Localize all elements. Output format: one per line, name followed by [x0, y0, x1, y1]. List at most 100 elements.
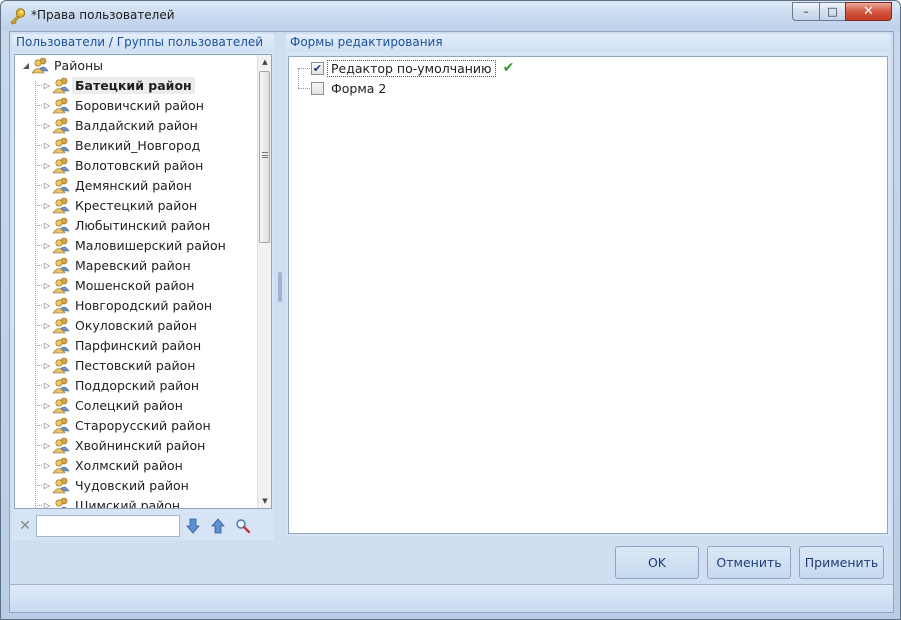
expand-arrow-icon[interactable]: ▷ [42, 421, 52, 430]
tree-node-label: Валдайский район [75, 117, 198, 133]
tree-node[interactable]: ▷ Холмский район [15, 455, 257, 475]
close-button[interactable]: ✕ [845, 2, 892, 21]
tree-node-label: Чудовский район [75, 477, 189, 493]
expand-arrow-icon[interactable]: ▷ [42, 361, 52, 370]
tree-node[interactable]: ▷ Маревский район [15, 255, 257, 275]
maximize-button[interactable]: □ [819, 2, 845, 21]
user-group-icon [52, 417, 70, 434]
tree-node[interactable]: ▷ Шимский район [15, 495, 257, 508]
tree-node[interactable]: ▷ Поддорский район [15, 375, 257, 395]
expand-arrow-icon[interactable]: ▷ [42, 321, 52, 330]
tree-node[interactable]: ▷ Волотовский район [15, 155, 257, 175]
users-tree[interactable]: ◢ Районы ▷ Батецкий район ▷ Боровичский рай… [14, 54, 272, 509]
expand-arrow-icon[interactable]: ▷ [42, 341, 52, 350]
apply-button[interactable]: Применить [799, 546, 884, 579]
expand-arrow-icon[interactable]: ▷ [42, 161, 52, 170]
dialog-client-area: Пользователи / Группы пользователей ◢ Ра… [9, 31, 894, 613]
expand-arrow-icon[interactable]: ▷ [42, 181, 52, 190]
users-panel-header: Пользователи / Группы пользователей [12, 34, 274, 52]
tree-node-label: Парфинский район [75, 337, 202, 353]
splitter-grip-icon[interactable] [278, 272, 282, 302]
tree-root-node[interactable]: ◢ Районы [15, 55, 257, 75]
tree-node[interactable]: ▷ Боровичский район [15, 95, 257, 115]
form-item[interactable]: Форма 2 [297, 79, 389, 97]
expand-arrow-icon[interactable]: ▷ [42, 221, 52, 230]
tree-node[interactable]: ▷ Батецкий район [15, 75, 257, 95]
arrow-down-icon [186, 518, 200, 534]
tree-node-label: Поддорский район [75, 377, 200, 393]
tree-node-label: Шимский район [75, 497, 181, 509]
forms-panel-header: Формы редактирования [286, 34, 890, 52]
tree-node-label: Великий_Новгород [75, 137, 201, 153]
find-previous-button[interactable] [206, 515, 230, 537]
minimize-button[interactable]: – [792, 2, 819, 21]
tree-search-bar: ✕ [14, 512, 272, 540]
expand-arrow-icon[interactable]: ▷ [42, 441, 52, 450]
tree-node[interactable]: ▷ Солецкий район [15, 395, 257, 415]
expand-arrow-icon[interactable]: ▷ [42, 281, 52, 290]
form-checkbox[interactable] [311, 81, 324, 95]
user-group-icon [52, 197, 70, 214]
close-icon: ✕ [863, 4, 874, 19]
expand-arrow-icon[interactable]: ▷ [42, 461, 52, 470]
tree-node[interactable]: ▷ Крестецкий район [15, 195, 257, 215]
tree-node[interactable]: ▷ Мошенской район [15, 275, 257, 295]
scroll-thumb[interactable] [259, 71, 270, 243]
expand-arrow-icon[interactable]: ▷ [42, 481, 52, 490]
expand-arrow-icon[interactable]: ▷ [42, 261, 52, 270]
forms-list[interactable]: ✔ Редактор по-умолчанию ✔ Форма 2 [288, 56, 888, 534]
expand-arrow-icon[interactable]: ▷ [42, 241, 52, 250]
user-group-icon [52, 357, 70, 374]
expand-arrow-icon[interactable]: ▷ [42, 121, 52, 130]
tree-node[interactable]: ▷ Демянский район [15, 175, 257, 195]
expand-arrow-icon[interactable]: ▷ [42, 301, 52, 310]
tree-node-label: Маревский район [75, 257, 191, 273]
form-checkbox[interactable]: ✔ [311, 61, 324, 75]
checkmark-icon: ✔ [312, 61, 323, 75]
expand-arrow-icon[interactable]: ▷ [42, 201, 52, 210]
clear-search-icon[interactable]: ✕ [14, 518, 36, 534]
expand-arrow-icon[interactable]: ▷ [42, 81, 52, 90]
panel-splitter[interactable] [276, 34, 284, 540]
tree-node-label: Холмский район [75, 457, 183, 473]
form-label: Форма 2 [331, 80, 387, 96]
form-item[interactable]: ✔ Редактор по-умолчанию ✔ [297, 59, 514, 77]
tree-node-label: Любытинский район [75, 217, 211, 233]
expand-arrow-icon[interactable]: ▷ [42, 501, 52, 509]
tree-node-label: Мошенской район [75, 277, 195, 293]
tree-root-label: Районы [54, 57, 104, 73]
title-bar[interactable]: *Права пользователей – □ ✕ [1, 1, 900, 31]
expand-arrow-icon[interactable]: ▷ [42, 101, 52, 110]
user-group-icon [52, 97, 70, 114]
find-next-button[interactable] [181, 515, 205, 537]
tree-node[interactable]: ▷ Чудовский район [15, 475, 257, 495]
expand-arrow-icon[interactable]: ▷ [42, 381, 52, 390]
user-group-icon [52, 177, 70, 194]
user-group-icon [52, 477, 70, 494]
search-button[interactable] [231, 515, 255, 537]
tree-node[interactable]: ▷ Маловишерский район [15, 235, 257, 255]
users-panel: Пользователи / Группы пользователей ◢ Ра… [12, 34, 274, 540]
user-group-icon [52, 137, 70, 154]
expand-arrow-icon[interactable]: ▷ [42, 141, 52, 150]
tree-node[interactable]: ▷ Пестовский район [15, 355, 257, 375]
tree-node[interactable]: ▷ Новгородский район [15, 295, 257, 315]
expand-arrow-icon[interactable]: ▷ [42, 401, 52, 410]
dialog-window: *Права пользователей – □ ✕ Пользователи … [0, 0, 901, 620]
search-input[interactable] [36, 515, 180, 537]
tree-node[interactable]: ▷ Хвойнинский район [15, 435, 257, 455]
tree-scrollbar[interactable]: ▲ ▼ [257, 55, 271, 508]
tree-node[interactable]: ▷ Валдайский район [15, 115, 257, 135]
tree-node[interactable]: ▷ Парфинский район [15, 335, 257, 355]
tree-node[interactable]: ▷ Старорусский район [15, 415, 257, 435]
collapse-arrow-icon[interactable]: ◢ [21, 61, 31, 70]
window-title: *Права пользователей [31, 8, 175, 22]
scroll-down-icon[interactable]: ▼ [258, 494, 271, 508]
ok-button[interactable]: OK [615, 546, 699, 579]
cancel-button[interactable]: Отменить [707, 546, 791, 579]
tree-node[interactable]: ▷ Окуловский район [15, 315, 257, 335]
tree-node[interactable]: ▷ Великий_Новгород [15, 135, 257, 155]
tree-node-label: Маловишерский район [75, 237, 226, 253]
tree-node[interactable]: ▷ Любытинский район [15, 215, 257, 235]
scroll-up-icon[interactable]: ▲ [258, 55, 271, 69]
